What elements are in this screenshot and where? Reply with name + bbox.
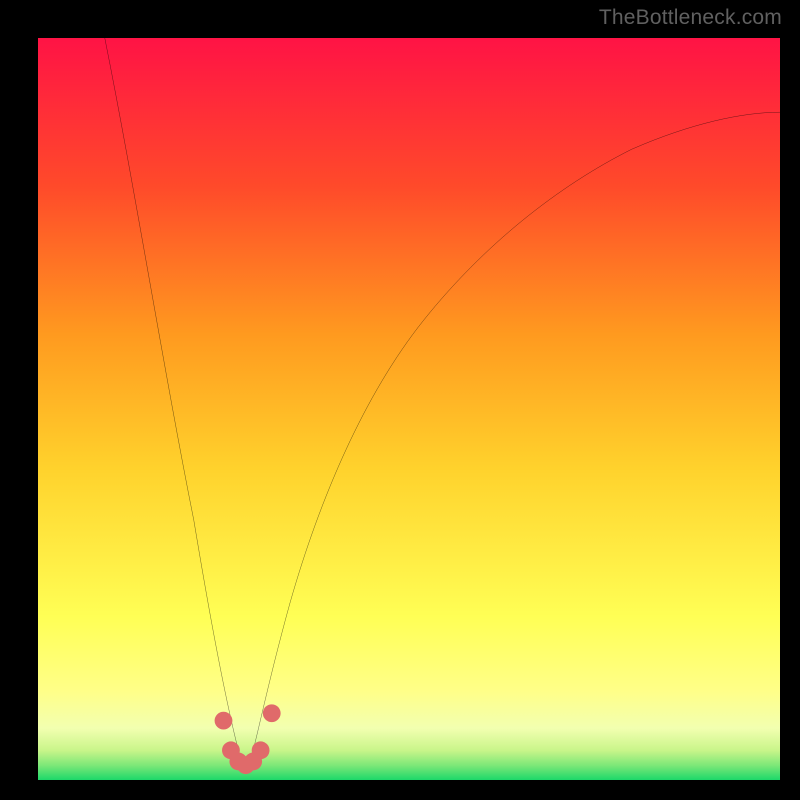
chart-frame: TheBottleneck.com	[0, 0, 800, 800]
trough-markers	[215, 704, 281, 774]
curve-path	[105, 38, 780, 764]
bottleneck-curve	[38, 38, 780, 780]
watermark-text: TheBottleneck.com	[599, 6, 782, 30]
plot-area	[38, 38, 780, 780]
